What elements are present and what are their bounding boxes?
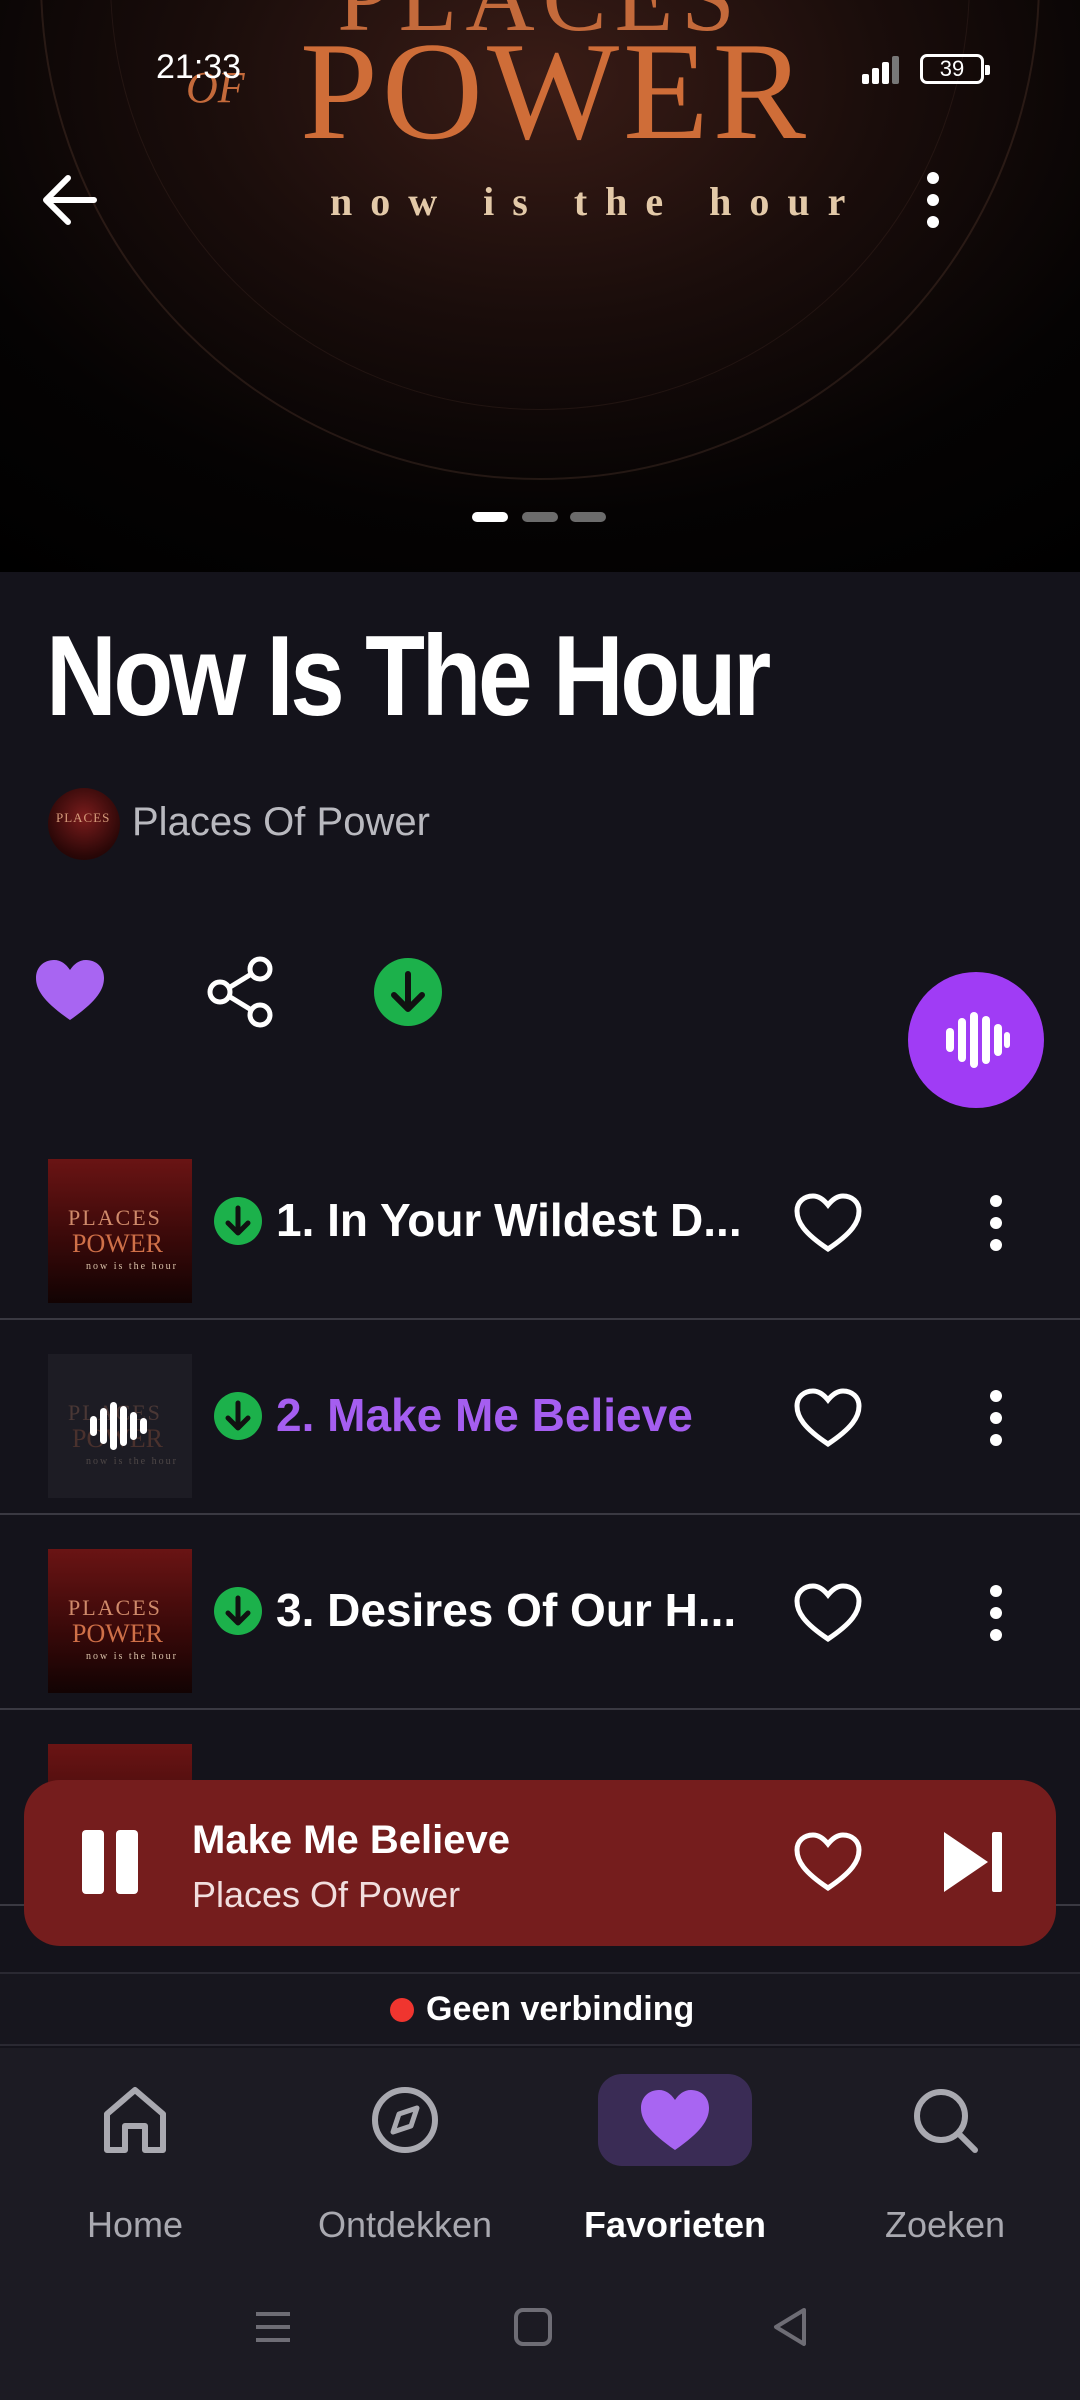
signal-icon bbox=[862, 56, 902, 84]
status-time: 21:33 bbox=[156, 48, 242, 86]
status-bar: 21:33 39 bbox=[0, 0, 1080, 140]
track-row[interactable]: PLACES POWER now is the hour 3. Desires … bbox=[0, 1515, 1080, 1710]
nav-discover[interactable]: Ontdekken bbox=[270, 2070, 540, 2270]
download-icon bbox=[391, 971, 425, 1012]
battery-icon: 39 bbox=[920, 54, 990, 84]
pause-icon bbox=[82, 1830, 104, 1894]
home-icon bbox=[104, 2087, 166, 2153]
back-button[interactable] bbox=[38, 168, 102, 232]
more-vertical-icon bbox=[990, 1585, 1002, 1641]
heart-outline-icon bbox=[794, 1583, 862, 1643]
back-system-icon[interactable] bbox=[770, 2306, 812, 2348]
connection-status-bar: Geen verbinding bbox=[0, 1972, 1080, 2046]
heart-icon bbox=[36, 960, 104, 1020]
now-playing-favorite-button[interactable] bbox=[792, 1830, 864, 1894]
track-title: 2. Make Me Believe bbox=[276, 1389, 693, 1441]
track-favorite-button[interactable] bbox=[792, 1581, 864, 1645]
track-more-button[interactable] bbox=[980, 1386, 1012, 1450]
downloaded-icon bbox=[214, 1197, 262, 1245]
track-row[interactable]: PLACES POWER now is the hour 2. Make Me … bbox=[0, 1320, 1080, 1515]
mini-player[interactable]: Make Me Believe Places Of Power bbox=[24, 1780, 1056, 1946]
skip-next-button[interactable] bbox=[940, 1828, 1006, 1896]
pause-button[interactable] bbox=[80, 1830, 140, 1894]
more-vertical-icon bbox=[990, 1195, 1002, 1251]
waveform-icon bbox=[946, 1012, 1010, 1068]
track-title: 1. In Your Wildest D... bbox=[276, 1194, 742, 1246]
nav-home-label: Home bbox=[86, 2204, 184, 2245]
share-icon bbox=[207, 956, 273, 1028]
nav-search[interactable]: Zoeken bbox=[810, 2070, 1080, 2270]
heart-outline-icon bbox=[794, 1832, 862, 1892]
downloaded-icon bbox=[214, 1392, 262, 1440]
skip-next-icon bbox=[944, 1832, 1002, 1892]
nav-favorites[interactable]: Favorieten bbox=[540, 2070, 810, 2270]
back-arrow-icon bbox=[43, 175, 97, 225]
now-playing-title: Make Me Believe bbox=[192, 1818, 510, 1862]
nav-home[interactable]: Home bbox=[0, 2070, 270, 2270]
share-button[interactable] bbox=[204, 956, 276, 1028]
nav-search-label: Zoeken bbox=[884, 2204, 1006, 2245]
heart-icon bbox=[641, 2090, 709, 2150]
artist-avatar bbox=[48, 788, 120, 860]
favorite-album-button[interactable] bbox=[34, 958, 106, 1024]
track-title: 3. Desires Of Our H... bbox=[276, 1584, 737, 1636]
track-cover-art: PLACES POWER now is the hour bbox=[48, 1354, 192, 1498]
download-album-button[interactable] bbox=[374, 958, 442, 1026]
more-vertical-icon bbox=[927, 172, 939, 228]
system-navigation-bar bbox=[0, 2286, 1080, 2386]
nav-discover-label: Ontdekken bbox=[317, 2204, 493, 2245]
artist-name: Places Of Power bbox=[132, 800, 430, 844]
track-favorite-button[interactable] bbox=[792, 1386, 864, 1450]
now-playing-artist: Places Of Power bbox=[192, 1874, 461, 1915]
track-row[interactable]: PLACES POWER now is the hour 1. In Your … bbox=[0, 1125, 1080, 1320]
carousel-indicator[interactable] bbox=[470, 510, 610, 524]
more-vertical-icon bbox=[990, 1390, 1002, 1446]
track-more-button[interactable] bbox=[980, 1581, 1012, 1645]
play-waveform-button[interactable] bbox=[908, 972, 1044, 1108]
more-options-button[interactable] bbox=[908, 168, 958, 232]
compass-icon bbox=[372, 2087, 438, 2153]
recent-apps-icon[interactable] bbox=[252, 2306, 294, 2348]
nav-favorites-label: Favorieten bbox=[583, 2204, 767, 2245]
waveform-icon bbox=[90, 1402, 147, 1450]
heart-outline-icon bbox=[794, 1193, 862, 1253]
heart-outline-icon bbox=[794, 1388, 862, 1448]
connection-status-text: Geen verbinding bbox=[426, 1990, 695, 2028]
search-icon bbox=[914, 2089, 978, 2153]
album-title: Now Is The Hour bbox=[46, 613, 771, 740]
track-more-button[interactable] bbox=[980, 1191, 1012, 1255]
cover-tagline: now is the hour bbox=[330, 179, 864, 224]
album-cover-banner: PLACES OF POWER now is the hour 21:33 39 bbox=[0, 0, 1080, 572]
home-system-icon[interactable] bbox=[512, 2306, 554, 2348]
track-favorite-button[interactable] bbox=[792, 1191, 864, 1255]
track-cover-art: PLACES POWER now is the hour bbox=[48, 1549, 192, 1693]
track-cover-art: PLACES POWER now is the hour bbox=[48, 1159, 192, 1303]
downloaded-icon bbox=[214, 1587, 262, 1635]
offline-dot-icon bbox=[390, 1998, 414, 2022]
